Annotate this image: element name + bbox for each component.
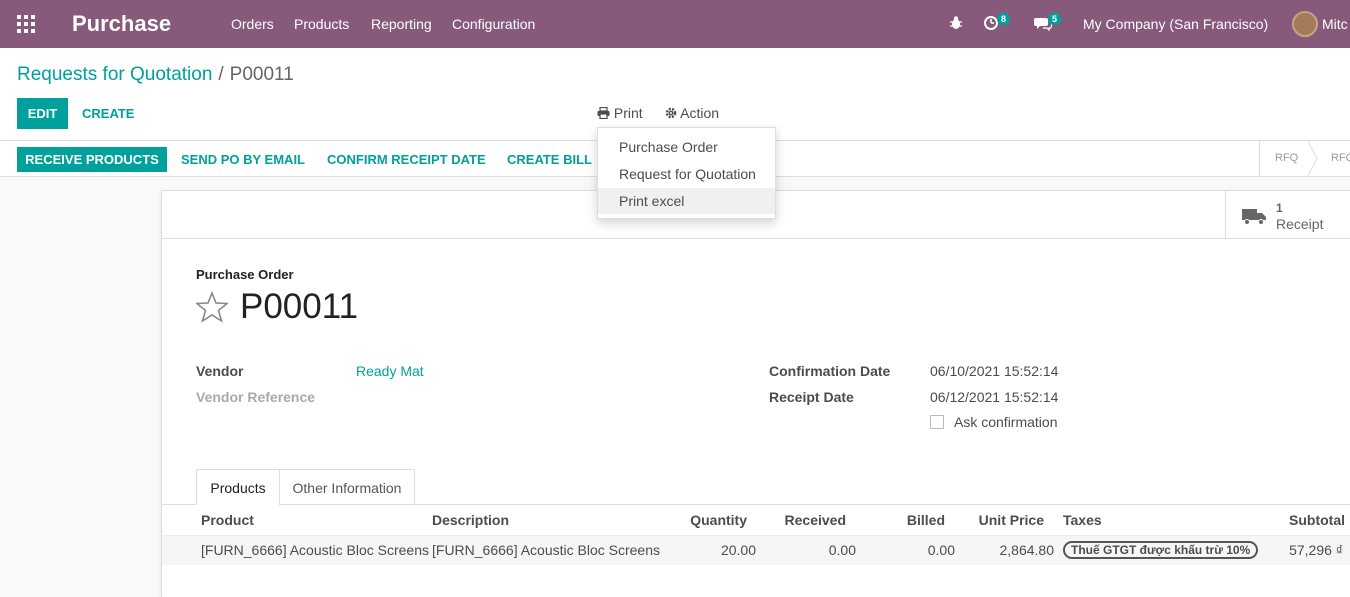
receive-products-button[interactable]: RECEIVE PRODUCTS: [17, 147, 167, 172]
print-button[interactable]: Print: [597, 105, 643, 121]
cell-unit-price[interactable]: 2,864.80: [962, 542, 1055, 558]
stage-chevron-icon: [1308, 141, 1318, 176]
edit-button[interactable]: EDIT: [17, 98, 68, 129]
menu-products[interactable]: Products: [294, 16, 349, 32]
status-stages: RFQ RFQ: [1259, 141, 1350, 176]
cell-subtotal[interactable]: 57,296 ₫: [1262, 542, 1343, 558]
menu-configuration[interactable]: Configuration: [452, 16, 535, 32]
column-header-description[interactable]: Description: [432, 512, 509, 528]
cell-description[interactable]: [FURN_6666] Acoustic Bloc Screens: [432, 542, 660, 558]
column-header-taxes[interactable]: Taxes: [1063, 512, 1102, 528]
action-button[interactable]: Action: [665, 105, 719, 121]
gear-icon: [665, 107, 677, 119]
receipt-count: 1: [1276, 201, 1283, 215]
vendor-label: Vendor: [196, 363, 244, 379]
ask-confirmation-label: Ask confirmation: [954, 414, 1058, 430]
breadcrumb-parent[interactable]: Requests for Quotation: [17, 64, 212, 85]
user-avatar[interactable]: [1292, 11, 1318, 37]
cell-product[interactable]: [FURN_6666] Acoustic Bloc Screens: [201, 542, 429, 558]
stage-rfq[interactable]: RFQ: [1275, 152, 1298, 164]
ask-confirmation-checkbox[interactable]: [930, 415, 944, 429]
action-label: Action: [680, 105, 720, 121]
cell-received[interactable]: 0.00: [772, 542, 856, 558]
column-header-quantity[interactable]: Quantity: [682, 512, 747, 528]
form-sheet: 1 Receipt Purchase Order P00011 Vendor R…: [161, 190, 1350, 597]
top-navbar: Purchase Orders Products Reporting Confi…: [0, 0, 1350, 48]
breadcrumb-current: P00011: [229, 64, 294, 85]
menu-item-purchase-order[interactable]: Purchase Order: [598, 134, 775, 160]
column-header-subtotal[interactable]: Subtotal: [1262, 512, 1345, 528]
page-title: P00011: [240, 287, 359, 326]
column-header-product[interactable]: Product: [201, 512, 254, 528]
print-dropdown-menu: Purchase Order Request for Quotation Pri…: [597, 127, 776, 219]
menu-orders[interactable]: Orders: [231, 16, 274, 32]
company-switcher[interactable]: My Company (San Francisco): [1083, 16, 1268, 32]
create-button[interactable]: CREATE: [82, 106, 134, 121]
menu-item-request-for-quotation[interactable]: Request for Quotation: [598, 161, 775, 187]
vendor-reference-label: Vendor Reference: [196, 389, 316, 405]
breadcrumb-separator: /: [218, 64, 224, 85]
create-bill-button[interactable]: CREATE BILL: [507, 152, 592, 167]
cell-billed[interactable]: 0.00: [882, 542, 955, 558]
menu-reporting[interactable]: Reporting: [371, 16, 432, 32]
confirmation-date-label: Confirmation Date: [769, 363, 891, 379]
receipt-date-value: 06/12/2021 15:52:14: [930, 389, 1059, 405]
activity-badge: 8: [997, 13, 1011, 25]
tab-products[interactable]: Products: [196, 469, 280, 505]
tab-other-information[interactable]: Other Information: [279, 469, 415, 505]
app-name: Purchase: [72, 11, 172, 36]
user-name[interactable]: Mitc: [1322, 16, 1348, 32]
confirmation-date-value: 06/10/2021 15:52:14: [930, 363, 1059, 379]
confirm-receipt-date-button[interactable]: CONFIRM RECEIPT DATE: [327, 152, 486, 167]
star-icon[interactable]: [196, 291, 228, 323]
document-type-label: Purchase Order: [196, 267, 294, 282]
app-grid-icon[interactable]: [17, 15, 35, 33]
receipt-smart-button[interactable]: 1 Receipt: [1225, 191, 1350, 238]
stage-rfq-sent[interactable]: RFQ: [1331, 152, 1350, 164]
receipt-date-label: Receipt Date: [769, 389, 854, 405]
truck-icon: [1242, 209, 1266, 225]
menu-item-print-excel[interactable]: Print excel: [598, 188, 775, 214]
tax-tag[interactable]: Thuế GTGT được khấu trừ 10%: [1063, 541, 1259, 559]
bug-icon[interactable]: [949, 15, 963, 31]
column-header-billed[interactable]: Billed: [882, 512, 945, 528]
column-header-unit-price[interactable]: Unit Price: [962, 512, 1044, 528]
vendor-field[interactable]: Ready Mat: [356, 363, 424, 379]
receipt-label: Receipt: [1276, 216, 1324, 232]
column-header-received[interactable]: Received: [772, 512, 846, 528]
message-badge: 5: [1048, 13, 1062, 25]
breadcrumb: Requests for Quotation / P00011: [17, 64, 294, 86]
send-po-by-email-button[interactable]: SEND PO BY EMAIL: [181, 152, 305, 167]
notebook-tabs: Products Other Information: [162, 469, 1350, 505]
print-label: Print: [613, 105, 643, 121]
cell-quantity[interactable]: 20.00: [682, 542, 756, 558]
printer-icon: [597, 106, 610, 120]
